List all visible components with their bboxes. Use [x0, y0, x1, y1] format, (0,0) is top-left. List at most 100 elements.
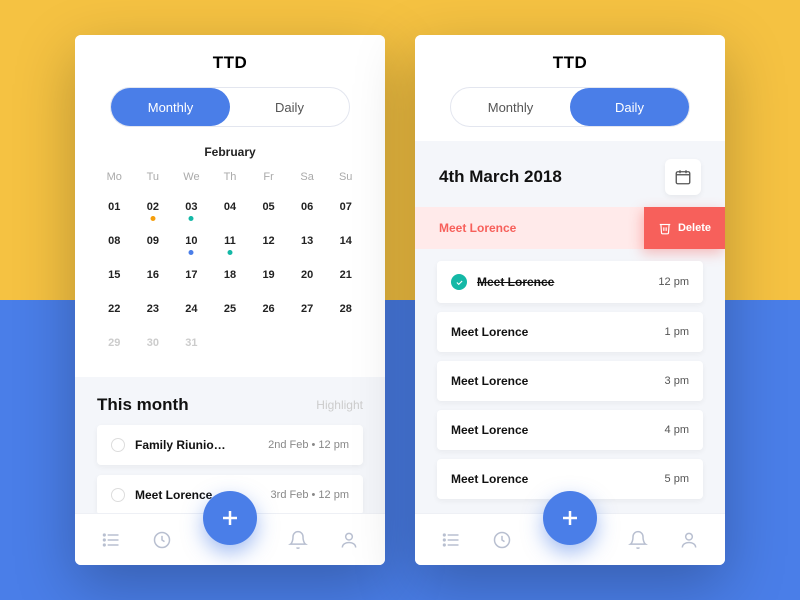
calendar-weekday-label: Fr — [251, 171, 286, 189]
task-card[interactable]: Meet Lorence 4 pm — [437, 410, 703, 450]
nav-bell-button[interactable] — [287, 529, 309, 551]
calendar-day-cell[interactable]: 04 — [213, 195, 248, 223]
calendar-weekday-label: Mo — [97, 171, 132, 189]
task-title: Meet Lorence — [451, 423, 528, 437]
swipe-task-row[interactable]: Meet Lorence Delete — [415, 207, 725, 249]
calendar-day-cell[interactable]: 09 — [136, 229, 171, 257]
nav-list-button[interactable] — [100, 529, 122, 551]
list-icon — [441, 530, 461, 550]
calendar-day-cell[interactable]: 19 — [251, 263, 286, 291]
user-icon — [339, 530, 359, 550]
event-check-icon — [111, 488, 125, 502]
daily-screen: TTD Monthly Daily 4th March 2018 Meet Lo… — [415, 35, 725, 565]
task-card[interactable]: Meet Lorence1 pm — [437, 312, 703, 352]
monthly-toggle-button[interactable]: Monthly — [111, 88, 230, 126]
calendar-day-cell[interactable]: 05 — [251, 195, 286, 223]
calendar-day-cell[interactable]: 02 — [136, 195, 171, 223]
task-time: 3 pm — [665, 375, 689, 387]
task-list: Meet Lorence12 pmMeet Lorence1 pmMeet Lo… — [415, 261, 725, 499]
task-title: Meet Lorence — [451, 472, 528, 486]
clock-icon — [492, 530, 512, 550]
calendar-day-cell[interactable]: 10 — [174, 229, 209, 257]
delete-button[interactable]: Delete — [644, 207, 725, 249]
daily-toggle-button[interactable]: Daily — [570, 88, 689, 126]
calendar-day-cell[interactable]: 26 — [251, 297, 286, 325]
calendar-day-cell[interactable]: 03 — [174, 195, 209, 223]
calendar-day-cell[interactable]: 29 — [97, 331, 132, 359]
nav-list-button[interactable] — [440, 529, 462, 551]
calendar-day-cell[interactable]: 06 — [290, 195, 325, 223]
nav-bell-button[interactable] — [627, 529, 649, 551]
task-title: Meet Lorence — [477, 275, 554, 289]
task-time: 12 pm — [658, 276, 689, 288]
event-title: Meet Lorence — [135, 488, 212, 502]
header: TTD Monthly Daily — [75, 35, 385, 141]
event-dot-icon — [189, 250, 194, 255]
task-card[interactable]: Meet Lorence 3 pm — [437, 361, 703, 401]
calendar-day-cell[interactable]: 25 — [213, 297, 248, 325]
calendar-day-cell[interactable]: 24 — [174, 297, 209, 325]
calendar-day-cell[interactable]: 12 — [251, 229, 286, 257]
calendar-day-cell[interactable]: 23 — [136, 297, 171, 325]
calendar-day-cell[interactable]: 28 — [328, 297, 363, 325]
calendar-day-cell[interactable]: 21 — [328, 263, 363, 291]
event-card[interactable]: Family Riunio… 2nd Feb • 12 pm — [97, 425, 363, 465]
calendar-day-cell[interactable]: 20 — [290, 263, 325, 291]
daily-header: 4th March 2018 — [415, 141, 725, 207]
list-icon — [101, 530, 121, 550]
calendar-day-cell[interactable]: 14 — [328, 229, 363, 257]
calendar-day-cell[interactable]: 30 — [136, 331, 171, 359]
event-dot-icon — [227, 250, 232, 255]
calendar-day-cell[interactable]: 31 — [174, 331, 209, 359]
calendar-day-cell[interactable]: 16 — [136, 263, 171, 291]
add-button[interactable] — [543, 491, 597, 545]
task-time: 5 pm — [665, 473, 689, 485]
event-check-icon — [111, 438, 125, 452]
calendar-day-cell[interactable]: 18 — [213, 263, 248, 291]
task-title: Meet Lorence — [451, 325, 528, 339]
calendar-day-cell[interactable]: 13 — [290, 229, 325, 257]
event-title: Family Riunio… — [135, 438, 226, 452]
calendar-day-cell[interactable]: 15 — [97, 263, 132, 291]
monthly-toggle-button[interactable]: Monthly — [451, 88, 570, 126]
user-icon — [679, 530, 699, 550]
calendar-weekday-label: We — [174, 171, 209, 189]
calendar-day-cell[interactable]: 01 — [97, 195, 132, 223]
calendar-icon — [674, 168, 692, 186]
calendar-month-label: February — [97, 145, 363, 159]
calendar-day-cell[interactable]: 27 — [290, 297, 325, 325]
task-time: 4 pm — [665, 424, 689, 436]
calendar-day-cell[interactable]: 11 — [213, 229, 248, 257]
add-button[interactable] — [203, 491, 257, 545]
calendar-day-cell[interactable]: 17 — [174, 263, 209, 291]
nav-clock-button[interactable] — [491, 529, 513, 551]
event-meta: 2nd Feb • 12 pm — [268, 439, 349, 451]
nav-profile-button[interactable] — [338, 529, 360, 551]
view-toggle: Monthly Daily — [110, 87, 350, 127]
calendar: February MoTuWeThFrSaSu01020304050607080… — [75, 141, 385, 377]
event-dot-icon — [150, 216, 155, 221]
app-logo: TTD — [95, 53, 365, 73]
nav-profile-button[interactable] — [678, 529, 700, 551]
nav-clock-button[interactable] — [151, 529, 173, 551]
event-dot-icon — [189, 216, 194, 221]
calendar-day-cell[interactable]: 08 — [97, 229, 132, 257]
clock-icon — [152, 530, 172, 550]
daily-toggle-button[interactable]: Daily — [230, 88, 349, 126]
bell-icon — [288, 530, 308, 550]
section-header: This month Highlight — [75, 377, 385, 425]
plus-icon — [558, 506, 582, 530]
calendar-day-cell[interactable]: 22 — [97, 297, 132, 325]
view-toggle: Monthly Daily — [450, 87, 690, 127]
daily-date-label: 4th March 2018 — [439, 167, 562, 187]
delete-label: Delete — [678, 222, 711, 234]
task-title: Meet Lorence — [451, 374, 528, 388]
calendar-weekday-label: Su — [328, 171, 363, 189]
task-card[interactable]: Meet Lorence 12 pm — [437, 261, 703, 303]
open-calendar-button[interactable] — [665, 159, 701, 195]
bell-icon — [628, 530, 648, 550]
calendar-weekday-label: Tu — [136, 171, 171, 189]
calendar-day-cell[interactable]: 07 — [328, 195, 363, 223]
plus-icon — [218, 506, 242, 530]
task-check-done-icon — [451, 274, 467, 290]
